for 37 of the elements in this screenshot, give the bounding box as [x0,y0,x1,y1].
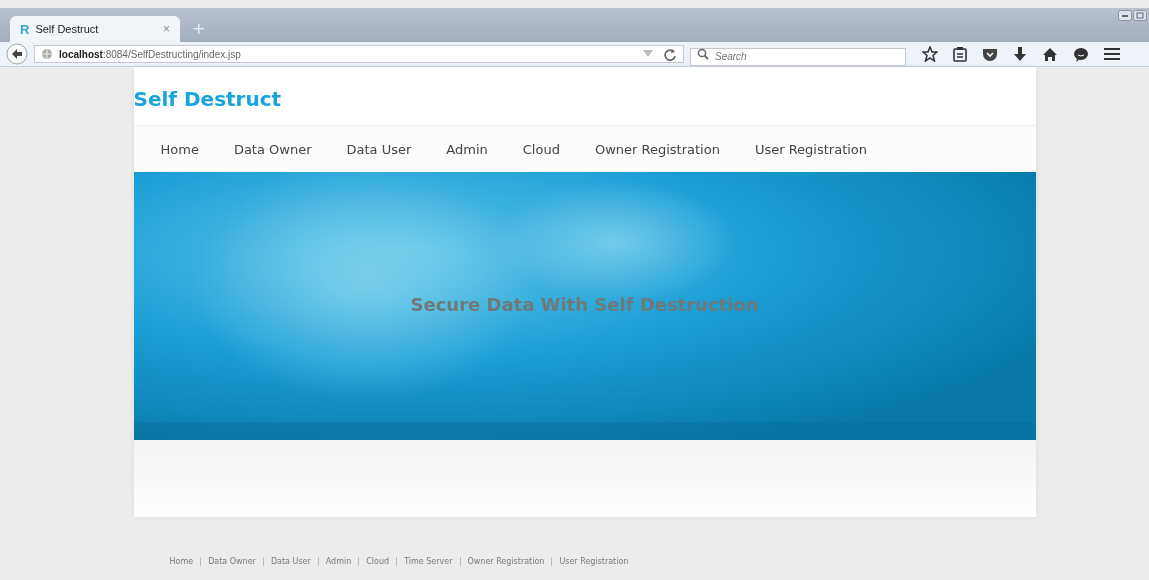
chat-icon[interactable] [1073,46,1089,62]
close-tab-button[interactable]: × [163,22,170,36]
site-logo-icon: R [20,21,30,37]
url-text: localhost:8084/SelfDestructing/index.jsp [59,48,242,60]
search-field[interactable]: Search [690,47,906,66]
footer-link[interactable]: Data Owner [208,557,256,566]
banner-heading: Secure Data With Self Destruction [410,293,759,315]
tab-title: Self Destruct [35,23,100,35]
home-icon[interactable] [1042,46,1058,62]
footer-link[interactable]: Cloud [366,557,390,566]
restore-icon[interactable] [1133,10,1147,21]
footer-link[interactable]: User Registration [559,557,629,566]
reload-icon[interactable] [663,47,677,61]
minimize-icon[interactable] [1118,10,1132,21]
footer-link[interactable]: Time Server [404,557,453,566]
nav-link[interactable]: Owner Registration [594,141,720,157]
search-icon [697,48,709,60]
nav-link[interactable]: Cloud [522,141,560,157]
nav-link[interactable]: Home [160,141,199,157]
footer-link[interactable]: Admin [325,557,352,566]
nav-link[interactable]: Data User [346,141,412,157]
nav-link[interactable]: User Registration [754,141,868,157]
footer-link[interactable]: Owner Registration [467,557,545,566]
footer-link[interactable]: Home [169,557,194,566]
bookmark-star-icon[interactable] [922,46,938,62]
pocket-icon[interactable] [982,47,998,61]
nav-link[interactable]: Admin [446,141,488,157]
site-title[interactable]: Self Destruct [133,87,282,111]
download-icon[interactable] [1013,46,1027,62]
globe-icon [41,48,53,60]
footer-link[interactable]: Data User [270,557,311,566]
menu-icon[interactable] [1104,47,1120,61]
clipboard-icon[interactable] [953,46,967,62]
address-bar[interactable]: localhost:8084/SelfDestructing/index.jsp [34,45,684,63]
back-button[interactable] [6,43,28,65]
nav-link[interactable]: Data Owner [233,141,312,157]
browser-tab[interactable]: R Self Destruct × [10,16,180,42]
